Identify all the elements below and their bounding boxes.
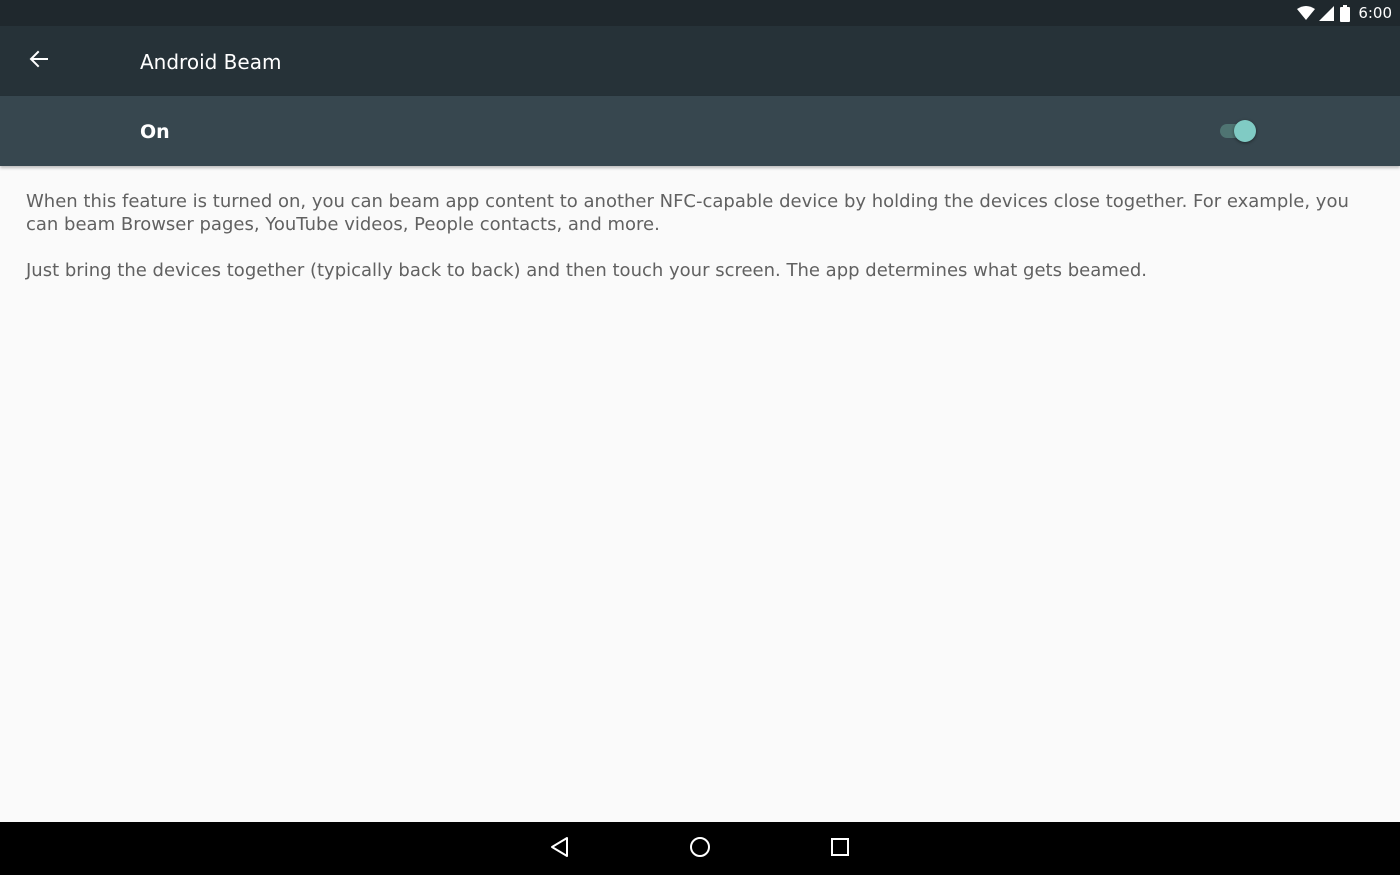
android-beam-toggle[interactable] [1220, 118, 1258, 142]
wifi-icon [1297, 6, 1316, 20]
back-button[interactable] [18, 40, 60, 82]
cellular-signal-icon [1319, 5, 1335, 21]
switch-label: On [140, 121, 170, 143]
page-title: Android Beam [140, 50, 282, 74]
description-paragraph: Just bring the devices together (typical… [26, 260, 1148, 281]
app-bar: Android Beam [0, 26, 1400, 96]
nav-back-icon [549, 836, 571, 862]
nav-back-button[interactable] [540, 832, 580, 866]
arrow-back-icon [29, 49, 49, 73]
status-clock: 6:00 [1358, 4, 1392, 22]
description: When this feature is turned on, you can … [26, 190, 1366, 305]
status-bar: 6:00 [0, 0, 1400, 26]
nav-home-icon [689, 836, 711, 862]
status-icons: 6:00 [1297, 4, 1392, 22]
battery-icon [1340, 4, 1351, 22]
nav-recents-button[interactable] [820, 832, 860, 866]
nav-home-button[interactable] [680, 832, 720, 866]
master-switch-bar[interactable]: On [0, 96, 1400, 166]
navigation-bar [0, 822, 1400, 875]
nav-recents-icon [830, 837, 850, 861]
toggle-thumb [1234, 120, 1256, 142]
description-paragraph: When this feature is turned on, you can … [26, 191, 1349, 235]
